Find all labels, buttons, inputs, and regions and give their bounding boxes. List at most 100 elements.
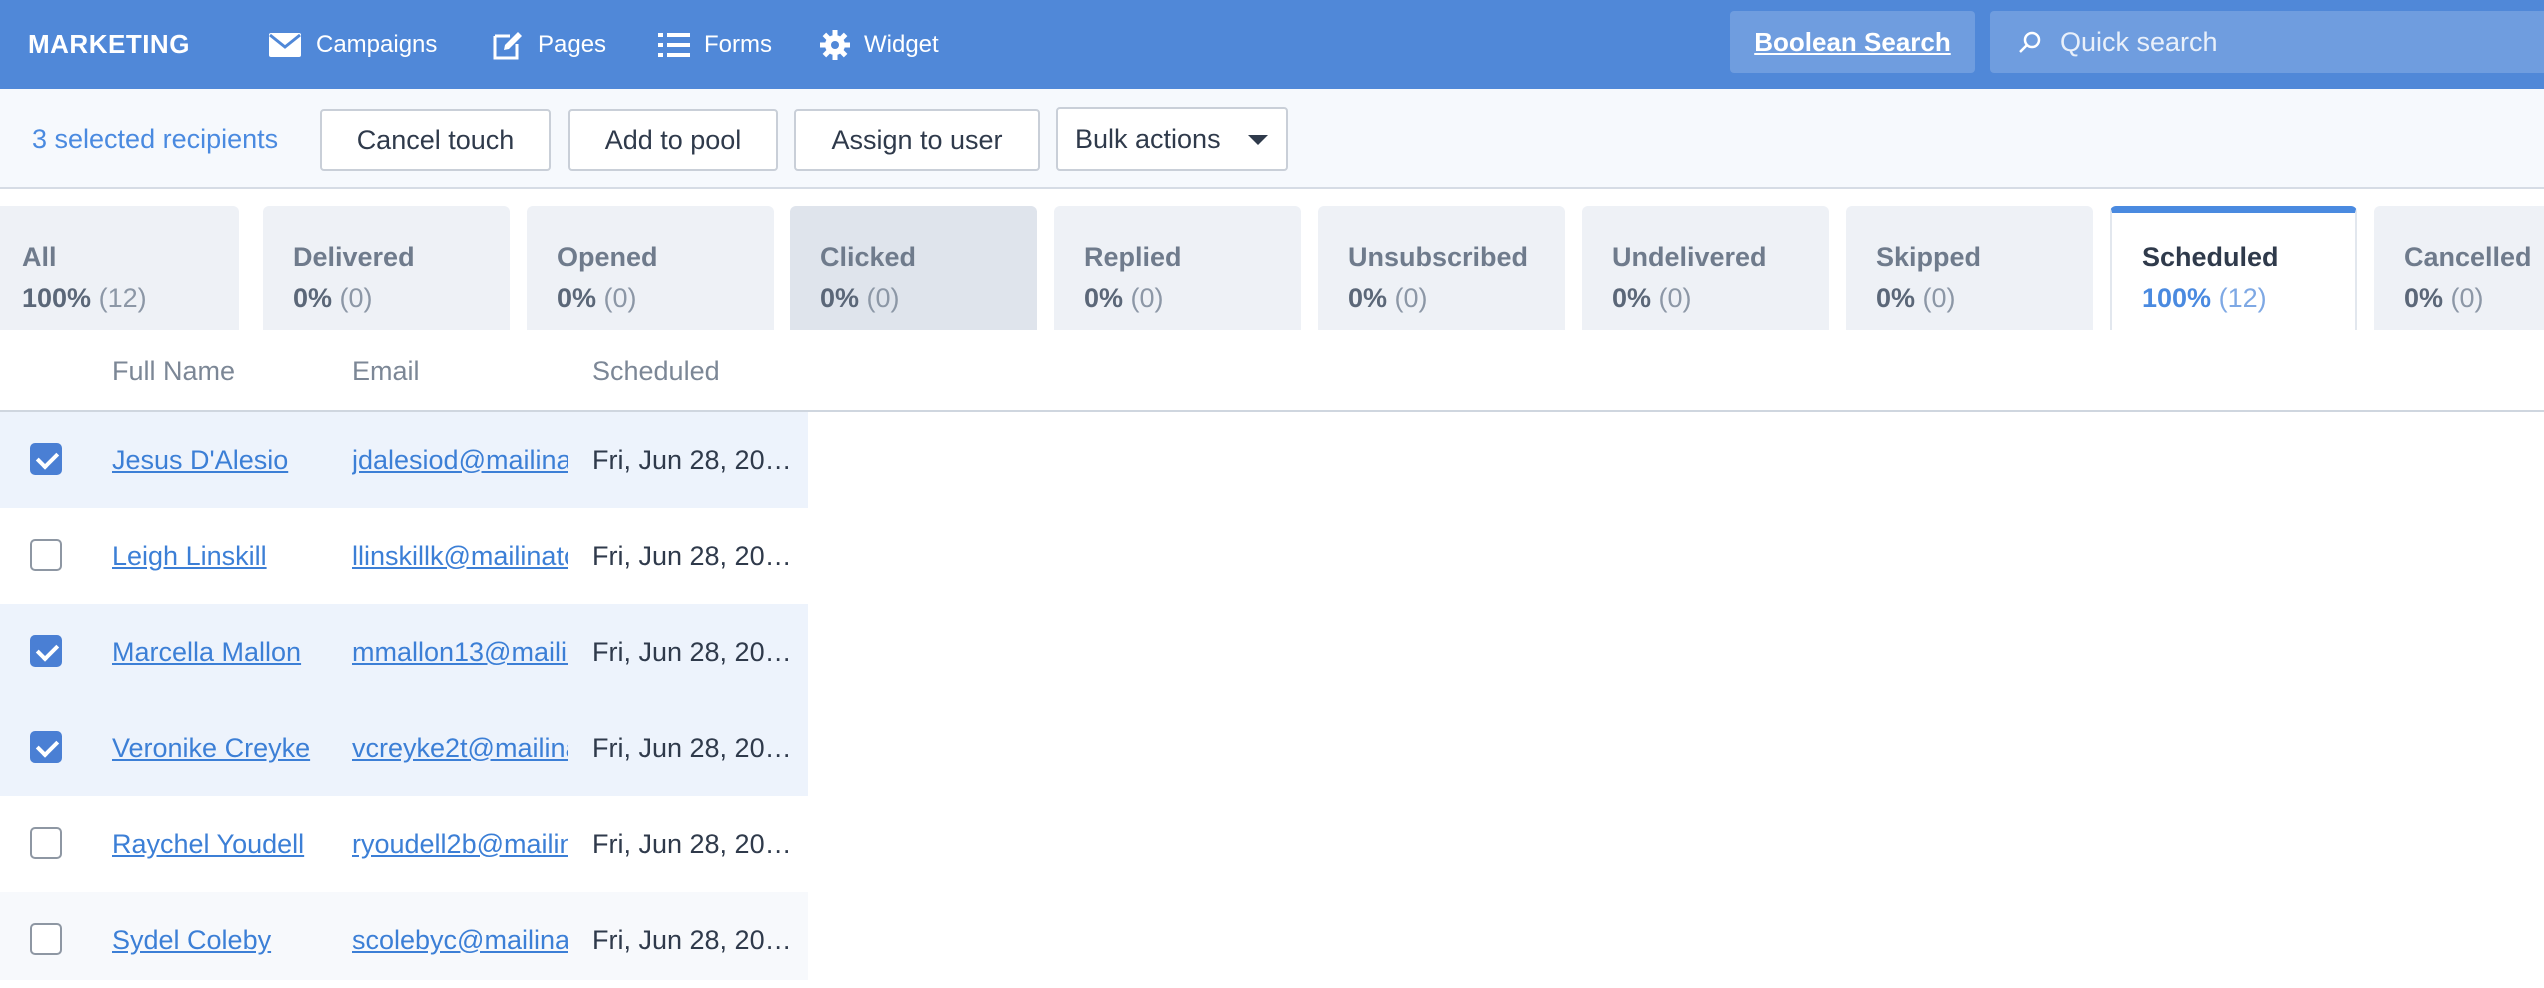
tab-opened[interactable]: Opened 0% (0) xyxy=(527,206,774,330)
scheduled-date: Fri, Jun 28, 20… xyxy=(592,444,792,475)
bulk-actions-dropdown[interactable]: Bulk actions xyxy=(1056,107,1288,171)
recipient-email-link[interactable]: mmallon13@mailinator.com xyxy=(352,604,568,700)
top-navbar: MARKETING Campaigns Pages Forms Widget B… xyxy=(0,0,2544,89)
row-checkbox[interactable] xyxy=(30,635,62,667)
column-email[interactable]: Email xyxy=(352,330,420,412)
list-icon xyxy=(658,32,690,57)
recipient-name-link[interactable]: Leigh Linskill xyxy=(112,508,337,604)
cancel-touch-button[interactable]: Cancel touch xyxy=(320,109,551,171)
tab-count: (0) xyxy=(866,283,900,313)
tab-label: Unsubscribed xyxy=(1348,242,1529,272)
search-icon xyxy=(2019,31,2041,53)
row-checkbox[interactable] xyxy=(30,731,62,763)
recipient-email-link[interactable]: jdalesiod@mailinator.com xyxy=(352,412,568,508)
scheduled-date: Fri, Jun 28, 20… xyxy=(592,732,792,763)
tab-delivered[interactable]: Delivered 0% (0) xyxy=(263,206,510,330)
tab-count: (0) xyxy=(1658,283,1692,313)
tab-label: Cancelled xyxy=(2404,242,2532,272)
tab-unsubscribed[interactable]: Unsubscribed 0% (0) xyxy=(1318,206,1565,330)
table-row[interactable]: Raychel Youdell ryoudell2b@mailinator.co… xyxy=(0,796,808,892)
tab-count: (0) xyxy=(603,283,637,313)
tab-label: Opened xyxy=(557,242,658,272)
tab-label: Replied xyxy=(1084,242,1182,272)
tab-count: (0) xyxy=(1922,283,1956,313)
recipient-email-link[interactable]: llinskillk@mailinator.com xyxy=(352,508,568,604)
tab-percent: 0% xyxy=(2404,283,2444,313)
status-tabs: All 100% (12) Delivered 0% (0) Opened 0%… xyxy=(0,206,2544,330)
nav-pages-label: Pages xyxy=(538,30,607,58)
tab-count: (0) xyxy=(1130,283,1164,313)
recipient-name-link[interactable]: Jesus D'Alesio xyxy=(112,412,337,508)
assign-to-user-button[interactable]: Assign to user xyxy=(794,109,1040,171)
scheduled-date: Fri, Jun 28, 20… xyxy=(592,924,792,955)
column-scheduled[interactable]: Scheduled xyxy=(592,330,720,412)
tab-count: (0) xyxy=(2450,283,2484,313)
caret-down-icon xyxy=(1248,135,1268,145)
scheduled-date: Fri, Jun 28, 20… xyxy=(592,636,792,667)
nav-widget[interactable]: Widget xyxy=(820,0,939,89)
tab-percent: 0% xyxy=(557,283,597,313)
tab-cancelled[interactable]: Cancelled 0% (0) xyxy=(2374,206,2544,330)
tab-undelivered[interactable]: Undelivered 0% (0) xyxy=(1582,206,1829,330)
tab-skipped[interactable]: Skipped 0% (0) xyxy=(1846,206,2093,330)
tab-count: (12) xyxy=(98,283,147,313)
boolean-search-button[interactable]: Boolean Search xyxy=(1730,11,1975,73)
tab-count: (0) xyxy=(1394,283,1428,313)
tab-replied[interactable]: Replied 0% (0) xyxy=(1054,206,1301,330)
nav-forms[interactable]: Forms xyxy=(658,0,772,89)
nav-forms-label: Forms xyxy=(704,30,772,58)
scheduled-date: Fri, Jun 28, 20… xyxy=(592,540,792,571)
column-full-name[interactable]: Full Name xyxy=(112,330,235,412)
edit-icon xyxy=(493,31,522,59)
tab-percent: 0% xyxy=(1348,283,1388,313)
tab-label: Scheduled xyxy=(2142,242,2279,272)
recipient-name-link[interactable]: Sydel Coleby xyxy=(112,892,337,988)
selection-toolbar: 3 selected recipients Cancel touch Add t… xyxy=(0,89,2544,189)
tab-percent: 0% xyxy=(1084,283,1124,313)
add-to-pool-button[interactable]: Add to pool xyxy=(568,109,778,171)
table-header: Full Name Email Scheduled xyxy=(0,330,2544,412)
recipient-name-link[interactable]: Veronike Creyke xyxy=(112,700,337,796)
table-row[interactable]: Marcella Mallon mmallon13@mailinator.com… xyxy=(0,604,808,700)
tab-percent: 0% xyxy=(820,283,860,313)
table-row[interactable]: Veronike Creyke vcreyke2t@mailinator.com… xyxy=(0,700,808,796)
envelope-icon xyxy=(269,32,301,57)
nav-pages[interactable]: Pages xyxy=(492,0,606,89)
tab-scheduled[interactable]: Scheduled 100% (12) xyxy=(2110,206,2357,330)
nav-widget-label: Widget xyxy=(864,30,939,58)
tab-count: (0) xyxy=(339,283,373,313)
table-row[interactable]: Jesus D'Alesio jdalesiod@mailinator.com … xyxy=(0,412,808,508)
tab-percent: 0% xyxy=(293,283,333,313)
tab-count: (12) xyxy=(2218,283,2267,313)
recipient-name-link[interactable]: Raychel Youdell xyxy=(112,796,337,892)
nav-campaigns[interactable]: Campaigns xyxy=(268,0,437,89)
quick-search-input[interactable] xyxy=(2060,26,2540,58)
row-checkbox[interactable] xyxy=(30,443,62,475)
tab-percent: 100% xyxy=(2142,283,2212,313)
selected-recipients-count: 3 selected recipients xyxy=(32,123,279,154)
recipient-email-link[interactable]: scolebyc@mailinator.com xyxy=(352,892,568,988)
bulk-actions-label: Bulk actions xyxy=(1075,123,1221,154)
table-row[interactable]: Sydel Coleby scolebyc@mailinator.com Fri… xyxy=(0,892,808,980)
tab-percent: 0% xyxy=(1612,283,1652,313)
tab-clicked[interactable]: Clicked 0% (0) xyxy=(790,206,1037,330)
quick-search-box[interactable] xyxy=(1990,11,2544,73)
scheduled-date: Fri, Jun 28, 20… xyxy=(592,828,792,859)
recipient-email-link[interactable]: vcreyke2t@mailinator.com xyxy=(352,700,568,796)
tab-all[interactable]: All 100% (12) xyxy=(0,206,239,330)
recipient-email-link[interactable]: ryoudell2b@mailinator.com xyxy=(352,796,568,892)
row-checkbox[interactable] xyxy=(30,539,62,571)
tab-percent: 100% xyxy=(22,283,92,313)
tab-percent: 0% xyxy=(1876,283,1916,313)
gear-icon xyxy=(820,29,850,60)
tab-label: Undelivered xyxy=(1612,242,1767,272)
row-checkbox[interactable] xyxy=(30,827,62,859)
row-checkbox[interactable] xyxy=(30,923,62,955)
brand-logo[interactable]: MARKETING xyxy=(28,0,190,89)
tab-label: Delivered xyxy=(293,242,415,272)
nav-campaigns-label: Campaigns xyxy=(316,30,438,58)
tab-label: Clicked xyxy=(820,242,917,272)
recipient-name-link[interactable]: Marcella Mallon xyxy=(112,604,337,700)
tab-label: Skipped xyxy=(1876,242,1982,272)
table-row[interactable]: Leigh Linskill llinskillk@mailinator.com… xyxy=(0,508,808,604)
